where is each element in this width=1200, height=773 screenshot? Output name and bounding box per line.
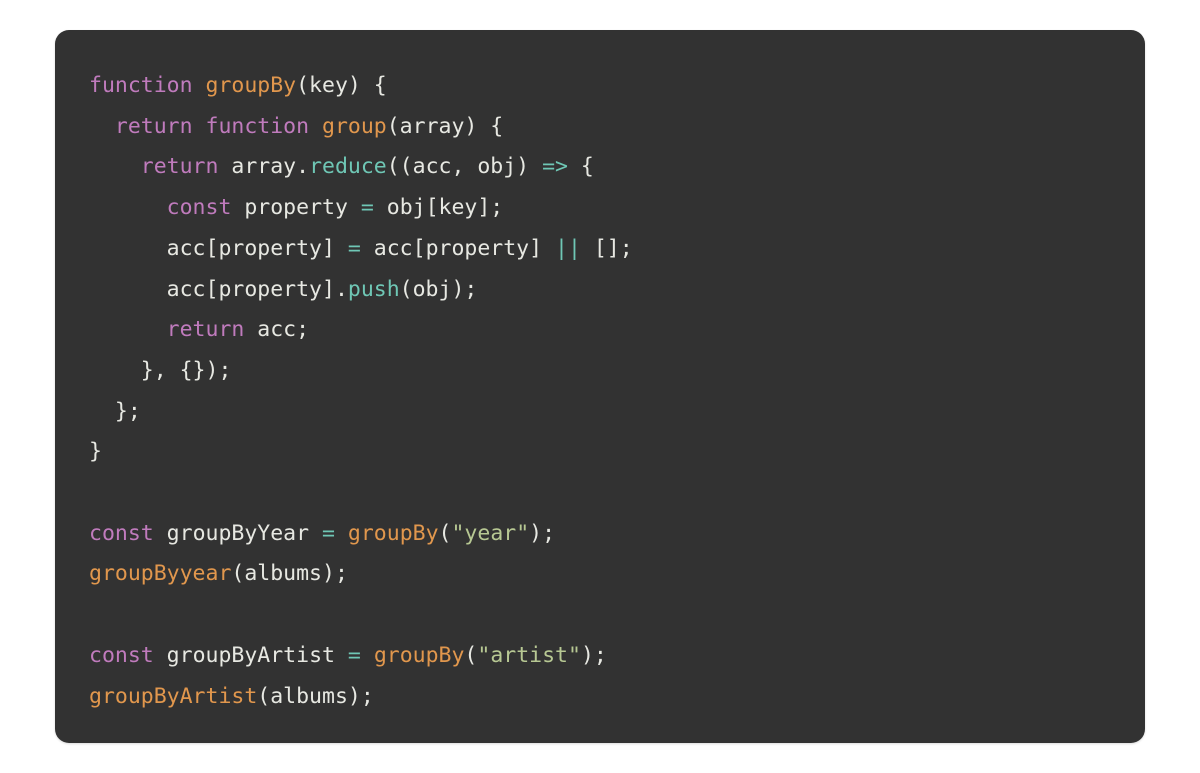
code-token: =: [348, 643, 361, 668]
code-token: (key) {: [296, 73, 387, 98]
code-line: return function group(array) {: [89, 114, 503, 139]
code-token: =>: [542, 154, 568, 179]
code-token: (: [464, 643, 477, 668]
code-token: =: [348, 236, 361, 261]
code-line: groupByyear(albums);: [89, 561, 348, 586]
code-token: acc[property]: [89, 236, 348, 261]
code-line: }, {});: [89, 358, 231, 383]
code-line: acc[property].push(obj);: [89, 277, 477, 302]
code-token: [];: [581, 236, 633, 261]
code-token: groupByYear: [154, 521, 322, 546]
code-token: (array) {: [387, 114, 504, 139]
code-line: groupByArtist(albums);: [89, 684, 374, 709]
code-block: function groupBy(key) { return function …: [89, 66, 1111, 717]
code-token: "year": [451, 521, 529, 546]
code-token: acc[property]: [361, 236, 555, 261]
code-token: groupByyear: [89, 561, 231, 586]
code-snippet-card: function groupBy(key) { return function …: [55, 30, 1145, 743]
code-token: };: [89, 399, 141, 424]
code-token: [89, 317, 167, 342]
code-line: }: [89, 439, 102, 464]
code-token: (: [439, 521, 452, 546]
code-token: groupBy: [374, 643, 465, 668]
code-token: "artist": [477, 643, 581, 668]
code-token: =: [322, 521, 335, 546]
code-line: };: [89, 399, 141, 424]
code-line: return array.reduce((acc, obj) => {: [89, 154, 594, 179]
code-token: );: [529, 521, 555, 546]
code-line: return acc;: [89, 317, 309, 342]
code-token: const: [89, 643, 154, 668]
code-token: [361, 643, 374, 668]
code-line: function groupBy(key) {: [89, 73, 387, 98]
code-token: ((acc, obj): [387, 154, 542, 179]
code-token: acc[property].: [89, 277, 348, 302]
code-token: return: [141, 154, 219, 179]
code-token: ||: [555, 236, 581, 261]
code-token: [89, 195, 167, 220]
code-line: const property = obj[key];: [89, 195, 503, 220]
code-token: reduce: [309, 154, 387, 179]
code-token: groupBy: [348, 521, 439, 546]
code-token: acc;: [244, 317, 309, 342]
code-line: acc[property] = acc[property] || [];: [89, 236, 633, 261]
code-token: return: [167, 317, 245, 342]
code-token: const: [89, 521, 154, 546]
code-token: );: [581, 643, 607, 668]
code-token: [89, 114, 115, 139]
code-token: function: [89, 73, 206, 98]
code-token: [335, 521, 348, 546]
code-token: property: [231, 195, 360, 220]
code-token: array.: [218, 154, 309, 179]
code-token: obj[key];: [374, 195, 503, 220]
code-token: group: [322, 114, 387, 139]
code-token: return: [115, 114, 206, 139]
code-token: }: [89, 439, 102, 464]
code-token: const: [167, 195, 232, 220]
code-line: const groupByArtist = groupBy("artist");: [89, 643, 607, 668]
code-token: =: [361, 195, 374, 220]
code-token: groupByArtist: [154, 643, 348, 668]
code-token: [89, 154, 141, 179]
code-token: (obj);: [400, 277, 478, 302]
code-token: groupByArtist: [89, 684, 257, 709]
code-token: (albums);: [231, 561, 348, 586]
code-token: (albums);: [257, 684, 374, 709]
code-token: {: [568, 154, 594, 179]
code-token: }, {});: [89, 358, 231, 383]
code-token: function: [206, 114, 323, 139]
code-token: groupBy: [206, 73, 297, 98]
code-token: push: [348, 277, 400, 302]
code-line: const groupByYear = groupBy("year");: [89, 521, 555, 546]
